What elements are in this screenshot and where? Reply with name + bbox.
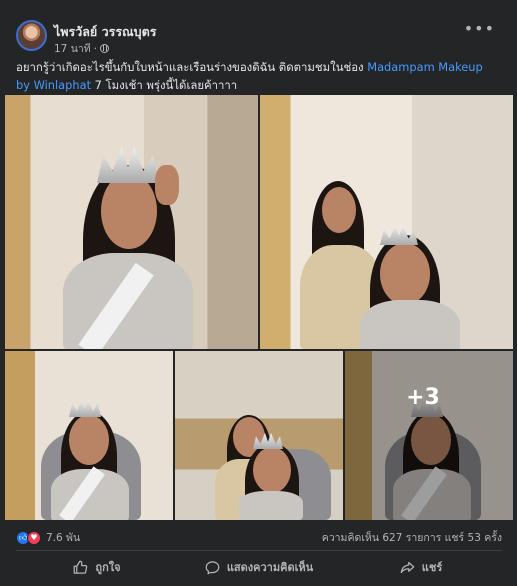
more-options-button[interactable]: •••	[464, 21, 495, 37]
photo-1[interactable]	[5, 95, 258, 349]
post-card: ไพรวัลย์ วรรณบุตร 17 นาที · ••• อยากรู้ว…	[0, 0, 517, 586]
heart-icon: ♥	[27, 530, 41, 545]
comment-button[interactable]: แสดงความคิดเห็น	[178, 553, 340, 581]
author-name[interactable]: ไพรวัลย์ วรรณบุตร	[54, 22, 156, 42]
like-label: ถูกใจ	[95, 561, 121, 574]
post-text-part2: 7 โมงเช้า พรุ่งนี้ได้เลยค้าาาา	[91, 78, 238, 92]
comments-shares-count[interactable]: ความคิดเห็น 627 รายการ แชร์ 53 ครั้ง	[322, 529, 502, 546]
reactions-summary[interactable]: 👍︎ ♥ 7.6 พัน	[16, 529, 80, 546]
photo-3[interactable]	[5, 351, 173, 520]
post-time[interactable]: 17 นาที	[54, 40, 91, 57]
share-button[interactable]: แชร์	[340, 553, 502, 581]
post-text: อยากรู้ว่าเกิดอะไรขึ้นกับใบหน้าและเรือนร…	[16, 58, 486, 94]
author-avatar[interactable]	[16, 20, 47, 51]
share-label: แชร์	[421, 561, 443, 574]
photo-grid: +3	[5, 95, 513, 520]
more-photos-overlay[interactable]: +3	[345, 351, 513, 520]
reaction-count: 7.6 พัน	[46, 532, 81, 544]
action-bar: ถูกใจ แสดงความคิดเห็น แชร์	[16, 553, 502, 581]
photo-5[interactable]: +3	[345, 351, 513, 520]
photo-2[interactable]	[260, 95, 513, 349]
more-photos-count: +3	[406, 385, 440, 410]
post-stats: 👍︎ ♥ 7.6 พัน ความคิดเห็น 627 รายการ แชร์…	[16, 526, 502, 546]
photo-4[interactable]	[175, 351, 343, 520]
comment-label: แสดงความคิดเห็น	[226, 561, 314, 574]
globe-icon	[100, 44, 110, 53]
like-button[interactable]: ถูกใจ	[16, 553, 178, 581]
share-icon	[400, 561, 415, 573]
post-meta: 17 นาที ·	[54, 40, 110, 57]
post-header: ไพรวัลย์ วรรณบุตร 17 นาที · •••	[0, 0, 517, 56]
post-text-part1: อยากรู้ว่าเกิดอะไรขึ้นกับใบหน้าและเรือนร…	[16, 60, 368, 74]
comment-icon	[205, 560, 220, 574]
divider	[16, 550, 502, 551]
thumbs-up-icon	[74, 560, 88, 574]
meta-separator: ·	[93, 42, 98, 55]
